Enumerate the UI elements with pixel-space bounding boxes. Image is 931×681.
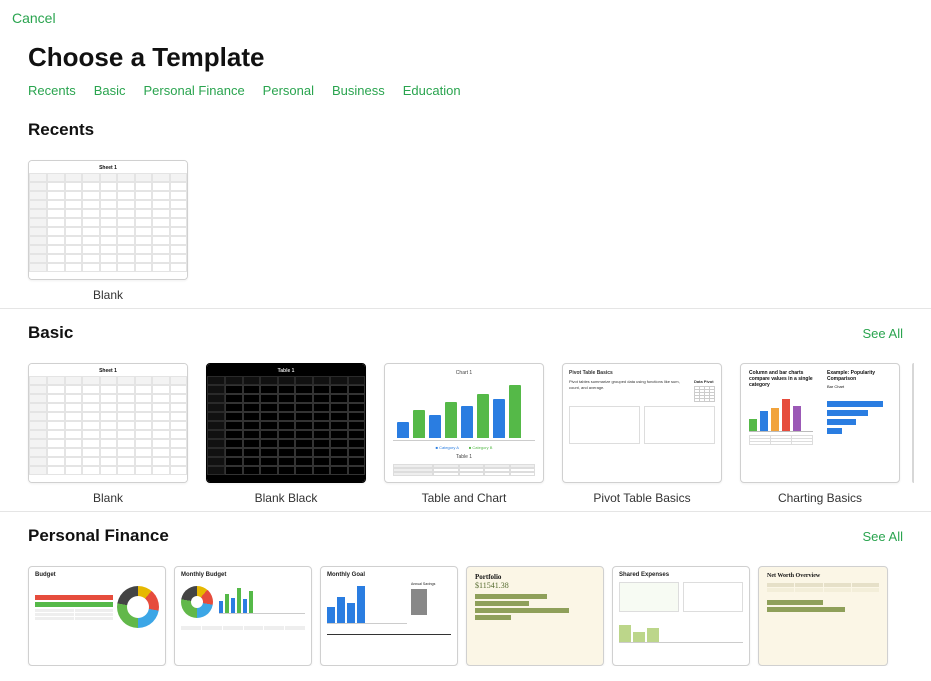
sheet-title-label: Sheet 1 [29, 364, 187, 376]
section-title-basic: Basic [28, 323, 73, 343]
networth-title: Net Worth Overview [759, 567, 887, 579]
template-label: Table and Chart [422, 491, 507, 505]
template-label: Pivot Table Basics [593, 491, 690, 505]
horizontal-bar-chart-icon [759, 596, 887, 616]
charting-right-title: Example: Popularity Comparison [827, 370, 891, 382]
template-thumb: Sheet 1 [28, 160, 188, 280]
tab-basic[interactable]: Basic [94, 83, 126, 98]
template-label: Blank Black [255, 491, 318, 505]
section-personal-finance: Personal Finance See All Budget [0, 511, 931, 666]
template-peek-next[interactable] [912, 363, 914, 483]
see-all-personal-finance[interactable]: See All [863, 529, 903, 544]
pivot-title: Pivot Table Basics [569, 370, 715, 376]
section-recents: Recents Sheet 1 Blank [0, 106, 931, 302]
sheet-title-label: Table 1 [207, 364, 365, 376]
chart-title: Chart 1 [393, 370, 535, 376]
template-net-worth[interactable]: Net Worth Overview [758, 566, 888, 666]
template-charting-basics[interactable]: Column and bar charts compare values in … [740, 363, 900, 505]
template-blank[interactable]: Sheet 1 Blank [28, 160, 188, 302]
goal-sub: Annual Savings [411, 582, 451, 586]
template-label: Blank [93, 491, 123, 505]
tab-education[interactable]: Education [403, 83, 461, 98]
column-chart-icon [749, 390, 813, 432]
pivot-desc: Pivot tables summarize grouped data usin… [569, 379, 688, 402]
portfolio-title: Portfolio [467, 567, 603, 581]
monthly-budget-title: Monthly Budget [181, 572, 305, 578]
tab-business[interactable]: Business [332, 83, 385, 98]
template-label: Blank [93, 288, 123, 302]
section-title-personal-finance: Personal Finance [28, 526, 169, 546]
bar-chart-icon [327, 582, 407, 624]
template-label: Charting Basics [778, 491, 862, 505]
legend-b: Category B [469, 445, 493, 450]
template-budget[interactable]: Budget [28, 566, 166, 666]
template-blank[interactable]: Sheet 1 Blank [28, 363, 188, 505]
template-monthly-goal[interactable]: Monthly Goal Annual Savings [320, 566, 458, 666]
horizontal-bar-chart-icon [467, 590, 603, 624]
tab-recents[interactable]: Recents [28, 83, 76, 98]
template-pivot-table-basics[interactable]: Pivot Table Basics Pivot tables summariz… [562, 363, 722, 505]
bar-chart-label: Bar Chart [827, 384, 891, 389]
bar-chart-icon [619, 617, 743, 643]
category-tabs: Recents Basic Personal Finance Personal … [0, 83, 931, 106]
bar-chart-icon [393, 380, 535, 441]
shared-title: Shared Expenses [619, 572, 743, 578]
template-shared-expenses[interactable]: Shared Expenses [612, 566, 750, 666]
portfolio-amount: $11541.38 [467, 581, 603, 590]
charting-left-title: Column and bar charts compare values in … [749, 370, 813, 388]
donut-chart-icon [181, 586, 213, 618]
monthly-goal-title: Monthly Goal [327, 572, 451, 578]
tab-personal-finance[interactable]: Personal Finance [144, 83, 245, 98]
cancel-button[interactable]: Cancel [12, 10, 56, 26]
section-title-recents: Recents [28, 120, 94, 140]
bar-chart-icon [219, 582, 305, 614]
donut-chart-icon [117, 586, 159, 628]
pivot-subtitle: Data Pivot [694, 379, 715, 384]
template-monthly-budget[interactable]: Monthly Budget [174, 566, 312, 666]
horizontal-bar-chart-icon [827, 391, 891, 434]
sheet-title-label: Sheet 1 [29, 161, 187, 173]
table-title: Table 1 [393, 454, 535, 460]
page-title: Choose a Template [0, 28, 931, 83]
legend-a: Category A [436, 445, 459, 450]
see-all-basic[interactable]: See All [863, 326, 903, 341]
template-table-and-chart[interactable]: Chart 1 Category A Category B Table 1 [384, 363, 544, 505]
tab-personal[interactable]: Personal [263, 83, 314, 98]
budget-title: Budget [35, 572, 159, 578]
template-blank-black[interactable]: Table 1 Blank Black [206, 363, 366, 505]
template-portfolio[interactable]: Portfolio $11541.38 [466, 566, 604, 666]
section-basic: Basic See All Sheet 1 Blank Table 1 Blan… [0, 308, 931, 505]
